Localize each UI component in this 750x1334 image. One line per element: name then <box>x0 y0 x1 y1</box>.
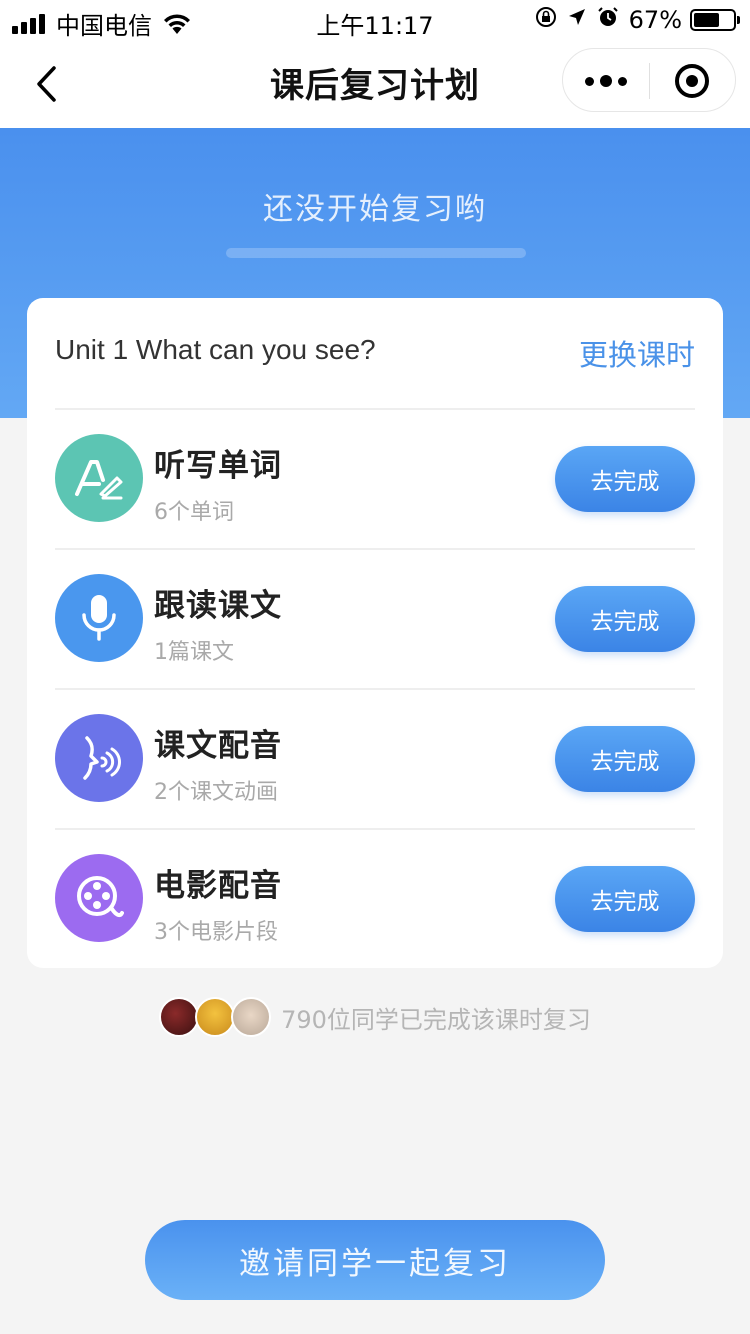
completed-count-text: 790位同学已完成该课时复习 <box>281 1005 591 1034</box>
task-subtitle: 3个电影片段 <box>154 920 278 945</box>
task-name: 听写单词 <box>154 448 282 484</box>
battery-percent: 67% <box>628 6 682 34</box>
more-dot-center <box>600 75 612 87</box>
task-name: 课文配音 <box>154 728 282 764</box>
task-subtitle: 6个单词 <box>154 500 234 525</box>
go-complete-button[interactable]: 去完成 <box>555 866 695 932</box>
more-dots-icon <box>585 76 594 86</box>
status-bar: 中国电信 上午11:17 67% <box>0 0 750 40</box>
go-complete-button[interactable]: 去完成 <box>555 446 695 512</box>
alarm-icon <box>597 6 619 34</box>
battery-icon <box>690 9 740 31</box>
task-row-dictation: 听写单词 6个单词 去完成 <box>55 408 695 548</box>
target-circle-icon <box>675 64 709 98</box>
orientation-lock-icon <box>535 6 557 34</box>
review-progress-bar <box>226 248 526 258</box>
dictation-icon <box>55 434 143 522</box>
task-name: 跟读课文 <box>154 588 282 624</box>
microphone-icon <box>55 574 143 662</box>
task-row-read-along: 跟读课文 1篇课文 去完成 <box>55 548 695 688</box>
go-complete-button[interactable]: 去完成 <box>555 726 695 792</box>
card-header: Unit 1 What can you see? 更换课时 <box>27 298 723 408</box>
more-button[interactable] <box>563 49 649 113</box>
task-subtitle: 1篇课文 <box>154 640 234 665</box>
avatar <box>159 997 200 1037</box>
more-dot-right <box>618 76 627 86</box>
go-complete-button[interactable]: 去完成 <box>555 586 695 652</box>
lesson-card: Unit 1 What can you see? 更换课时 听写单词 6个单词 … <box>27 298 723 968</box>
task-subtitle: 2个课文动画 <box>154 780 278 805</box>
location-arrow-icon <box>567 7 587 33</box>
avatar <box>231 997 272 1037</box>
task-row-text-dubbing: 课文配音 2个课文动画 去完成 <box>55 688 695 828</box>
hero-message: 还没开始复习哟 <box>263 192 487 227</box>
avatar <box>195 997 236 1037</box>
review-plan-page: 中国电信 上午11:17 67% 课后复习计划 还没开始复习哟 Unit 1 W… <box>0 0 750 1334</box>
mini-program-capsule <box>562 48 736 112</box>
avatar-group <box>159 997 272 1037</box>
nav-bar: 课后复习计划 <box>0 40 750 128</box>
task-row-movie-dubbing: 电影配音 3个电影片段 去完成 <box>55 828 695 968</box>
invite-classmates-button[interactable]: 邀请同学一起复习 <box>145 1220 605 1300</box>
task-name: 电影配音 <box>154 868 282 904</box>
voice-face-icon <box>55 714 143 802</box>
unit-title: Unit 1 What can you see? <box>55 334 376 365</box>
film-reel-icon <box>55 854 143 942</box>
status-right: 67% <box>525 6 740 34</box>
completed-summary: 790位同学已完成该课时复习 <box>0 996 750 1038</box>
battery-level <box>694 13 719 27</box>
close-mini-program-button[interactable] <box>649 49 735 113</box>
change-lesson-link[interactable]: 更换课时 <box>579 332 695 374</box>
